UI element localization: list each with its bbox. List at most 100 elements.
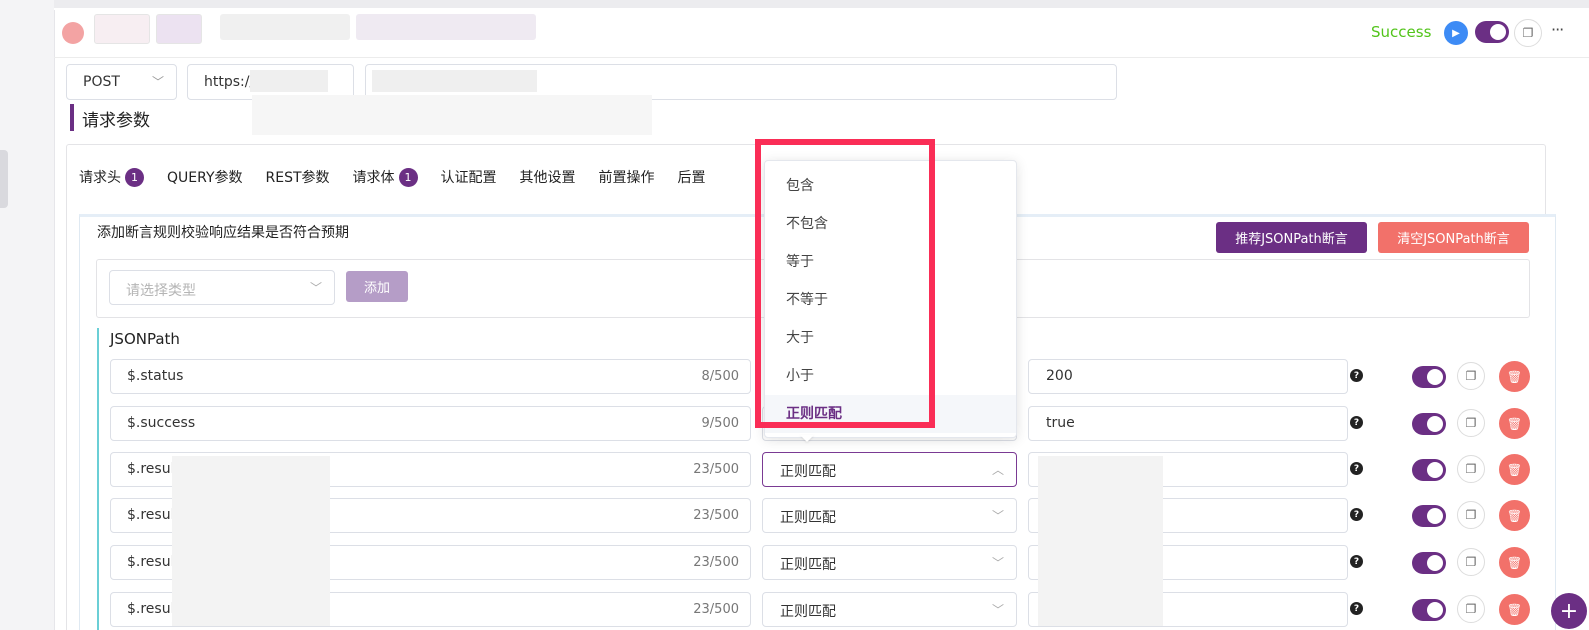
copy-icon[interactable]: ❐ <box>1457 548 1485 576</box>
jsonpath-value: $.status <box>127 368 184 384</box>
rule-toggle[interactable] <box>1412 366 1446 388</box>
redacted-url <box>250 70 328 92</box>
tab-label: 其他设置 <box>519 170 576 186</box>
operator-value: 正则匹配 <box>780 557 836 573</box>
highlight-box <box>755 139 935 428</box>
chevron-up-icon: ︿ <box>991 463 1004 477</box>
redacted-name <box>356 14 536 40</box>
tab-headers[interactable]: 请求头 1 <box>79 167 144 187</box>
delete-icon[interactable]: 🗑 <box>1499 361 1530 392</box>
add-fab-icon[interactable]: + <box>1551 593 1587 629</box>
tab-label: 请求体 <box>352 170 395 186</box>
dropdown-arrow <box>800 435 814 442</box>
rule-toggle[interactable] <box>1412 552 1446 574</box>
left-sidebar <box>0 0 54 630</box>
help-icon[interactable]: ? <box>1350 602 1363 615</box>
operator-select[interactable]: 正则匹配 ﹀ <box>762 592 1017 627</box>
jsonpath-value: $.resul <box>127 461 175 477</box>
tab-other-settings[interactable]: 其他设置 <box>520 167 576 187</box>
tab-label: 前置操作 <box>598 170 655 186</box>
jsonpath-group-line <box>97 328 99 630</box>
jsonpath-input[interactable]: $.success 9/500 <box>110 406 751 441</box>
jsonpath-value: $.resul <box>127 554 175 570</box>
char-count: 9/500 <box>701 416 739 431</box>
delete-icon[interactable]: 🗑 <box>1499 454 1530 485</box>
method-value: POST <box>83 74 120 90</box>
delete-icon[interactable]: 🗑 <box>1499 408 1530 439</box>
help-icon[interactable]: ? <box>1350 508 1363 521</box>
tab-label: 请求头 <box>79 170 121 186</box>
type-select[interactable]: 请选择类型 ﹀ <box>109 270 335 305</box>
chevron-down-icon: ﹀ <box>991 509 1004 523</box>
copy-icon[interactable]: ❐ <box>1457 362 1485 390</box>
tab-label: REST参数 <box>265 170 330 186</box>
enable-toggle[interactable] <box>1475 21 1509 43</box>
top-strip <box>54 0 1589 8</box>
operator-select[interactable]: 正则匹配 ﹀ <box>762 545 1017 580</box>
help-icon[interactable]: ? <box>1350 369 1363 382</box>
sidebar-collapse-handle[interactable] <box>0 150 8 208</box>
rule-toggle[interactable] <box>1412 599 1446 621</box>
operator-value: 正则匹配 <box>780 510 836 526</box>
redacted-name <box>220 14 350 40</box>
jsonpath-value: $.resul <box>127 507 175 523</box>
section-marker <box>70 104 74 131</box>
rule-toggle[interactable] <box>1412 413 1446 435</box>
help-icon[interactable]: ? <box>1350 462 1363 475</box>
rule-toggle[interactable] <box>1412 505 1446 527</box>
assertion-description: 添加断言规则校验响应结果是否符合预期 <box>97 225 349 241</box>
tab-badge: 1 <box>125 167 144 187</box>
delete-icon[interactable]: 🗑 <box>1499 500 1530 531</box>
char-count: 23/500 <box>693 555 739 570</box>
delete-icon[interactable]: 🗑 <box>1499 547 1530 578</box>
char-count: 23/500 <box>693 508 739 523</box>
redacted-url <box>372 70 537 92</box>
operator-value: 正则匹配 <box>780 464 836 480</box>
expected-value-input[interactable]: 200 <box>1028 359 1348 394</box>
operator-value: 正则匹配 <box>780 604 836 620</box>
expected-value: 200 <box>1046 368 1073 384</box>
params-tabs: 请求头 1 QUERY参数 REST参数 请求体 1 认证配置 其他设置 前置操作 … <box>79 167 729 187</box>
redacted-tag <box>94 14 150 44</box>
redacted-tag <box>156 14 202 44</box>
add-button[interactable]: 添加 <box>346 271 408 302</box>
tab-body[interactable]: 请求体 1 <box>353 167 418 187</box>
help-icon[interactable]: ? <box>1350 555 1363 568</box>
copy-icon[interactable]: ❐ <box>1514 19 1542 47</box>
header-divider <box>54 57 1589 58</box>
rule-toggle[interactable] <box>1412 459 1446 481</box>
chevron-down-icon: ﹀ <box>309 281 322 295</box>
chevron-down-icon: ﹀ <box>991 556 1004 570</box>
copy-icon[interactable]: ❐ <box>1457 409 1485 437</box>
tab-query[interactable]: QUERY参数 <box>167 167 243 187</box>
operator-select[interactable]: 正则匹配 ﹀ <box>762 498 1017 533</box>
tab-auth[interactable]: 认证配置 <box>441 167 497 187</box>
tab-badge: 1 <box>398 167 418 187</box>
jsonpath-title: JSONPath <box>110 330 180 348</box>
copy-icon[interactable]: ❐ <box>1457 455 1485 483</box>
jsonpath-value: $.success <box>127 415 196 431</box>
tab-label: QUERY参数 <box>167 170 243 186</box>
jsonpath-input[interactable]: $.status 8/500 <box>110 359 751 394</box>
copy-icon[interactable]: ❐ <box>1457 501 1485 529</box>
chevron-down-icon: ﹀ <box>151 75 164 89</box>
url-prefix: https:// <box>204 74 255 90</box>
tab-rest[interactable]: REST参数 <box>266 167 330 187</box>
clear-jsonpath-button[interactable]: 清空JSONPath断言 <box>1378 222 1529 253</box>
operator-select[interactable]: 正则匹配 ︿ <box>762 452 1017 487</box>
redacted-area <box>252 95 652 135</box>
run-icon[interactable]: ▶ <box>1444 21 1468 45</box>
status-dot <box>62 22 84 44</box>
char-count: 23/500 <box>693 462 739 477</box>
more-icon[interactable]: ··· <box>1551 20 1564 39</box>
help-icon[interactable]: ? <box>1350 416 1363 429</box>
type-placeholder: 请选择类型 <box>126 283 196 299</box>
method-select[interactable]: POST ﹀ <box>66 64 177 100</box>
expected-value-input[interactable]: true <box>1028 406 1348 441</box>
redacted-path <box>172 456 330 626</box>
delete-icon[interactable]: 🗑 <box>1499 594 1530 625</box>
copy-icon[interactable]: ❐ <box>1457 595 1485 623</box>
tab-post-actions[interactable]: 后置 <box>678 167 706 187</box>
recommend-jsonpath-button[interactable]: 推荐JSONPath断言 <box>1216 222 1367 253</box>
tab-pre-actions[interactable]: 前置操作 <box>599 167 655 187</box>
